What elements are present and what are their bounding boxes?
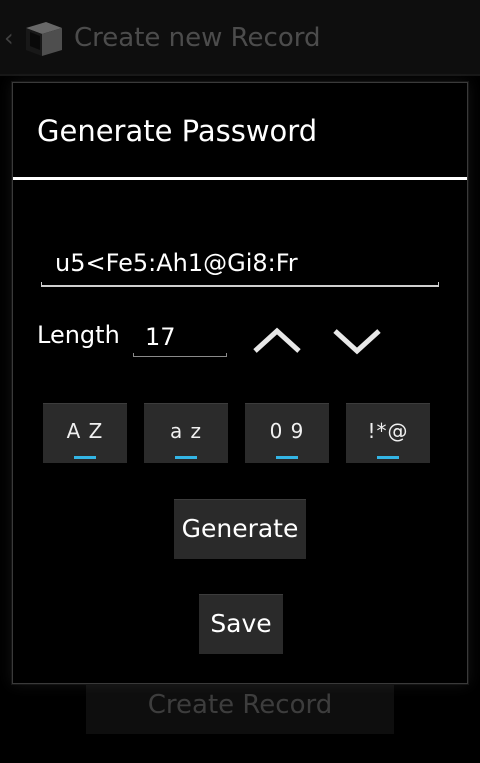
toggle-symbols[interactable]: !*@ [346,403,430,463]
toggle-label: a z [169,419,203,443]
toggle-indicator-on [175,456,197,459]
chevron-down-icon [333,329,381,355]
toggle-label: 0 9 [269,419,305,443]
generate-password-dialog: Generate Password u5<Fe5:Ah1@Gi8:Fr Leng… [12,82,468,684]
toggle-digits[interactable]: 0 9 [245,403,329,463]
length-value[interactable]: 17 [145,321,176,353]
dialog-title: Generate Password [37,114,318,148]
length-label: Length [37,321,120,349]
toggle-indicator-on [276,456,298,459]
decrease-length-button[interactable] [329,321,385,361]
length-field[interactable]: 17 [133,315,227,357]
title-divider [13,177,467,180]
toggle-uppercase[interactable]: A Z [43,403,127,463]
password-value[interactable]: u5<Fe5:Ah1@Gi8:Fr [55,247,298,279]
password-underline [41,282,439,287]
password-field[interactable]: u5<Fe5:Ah1@Gi8:Fr [41,241,439,287]
toggle-indicator-on [377,456,399,459]
generate-button[interactable]: Generate [174,499,306,559]
toggle-lowercase[interactable]: a z [144,403,228,463]
length-underline [133,353,227,357]
toggle-indicator-on [74,456,96,459]
toggle-label: A Z [66,419,104,443]
increase-length-button[interactable] [249,321,305,361]
chevron-up-icon [253,327,301,353]
toggle-label: !*@ [367,419,409,443]
save-button[interactable]: Save [199,594,283,654]
